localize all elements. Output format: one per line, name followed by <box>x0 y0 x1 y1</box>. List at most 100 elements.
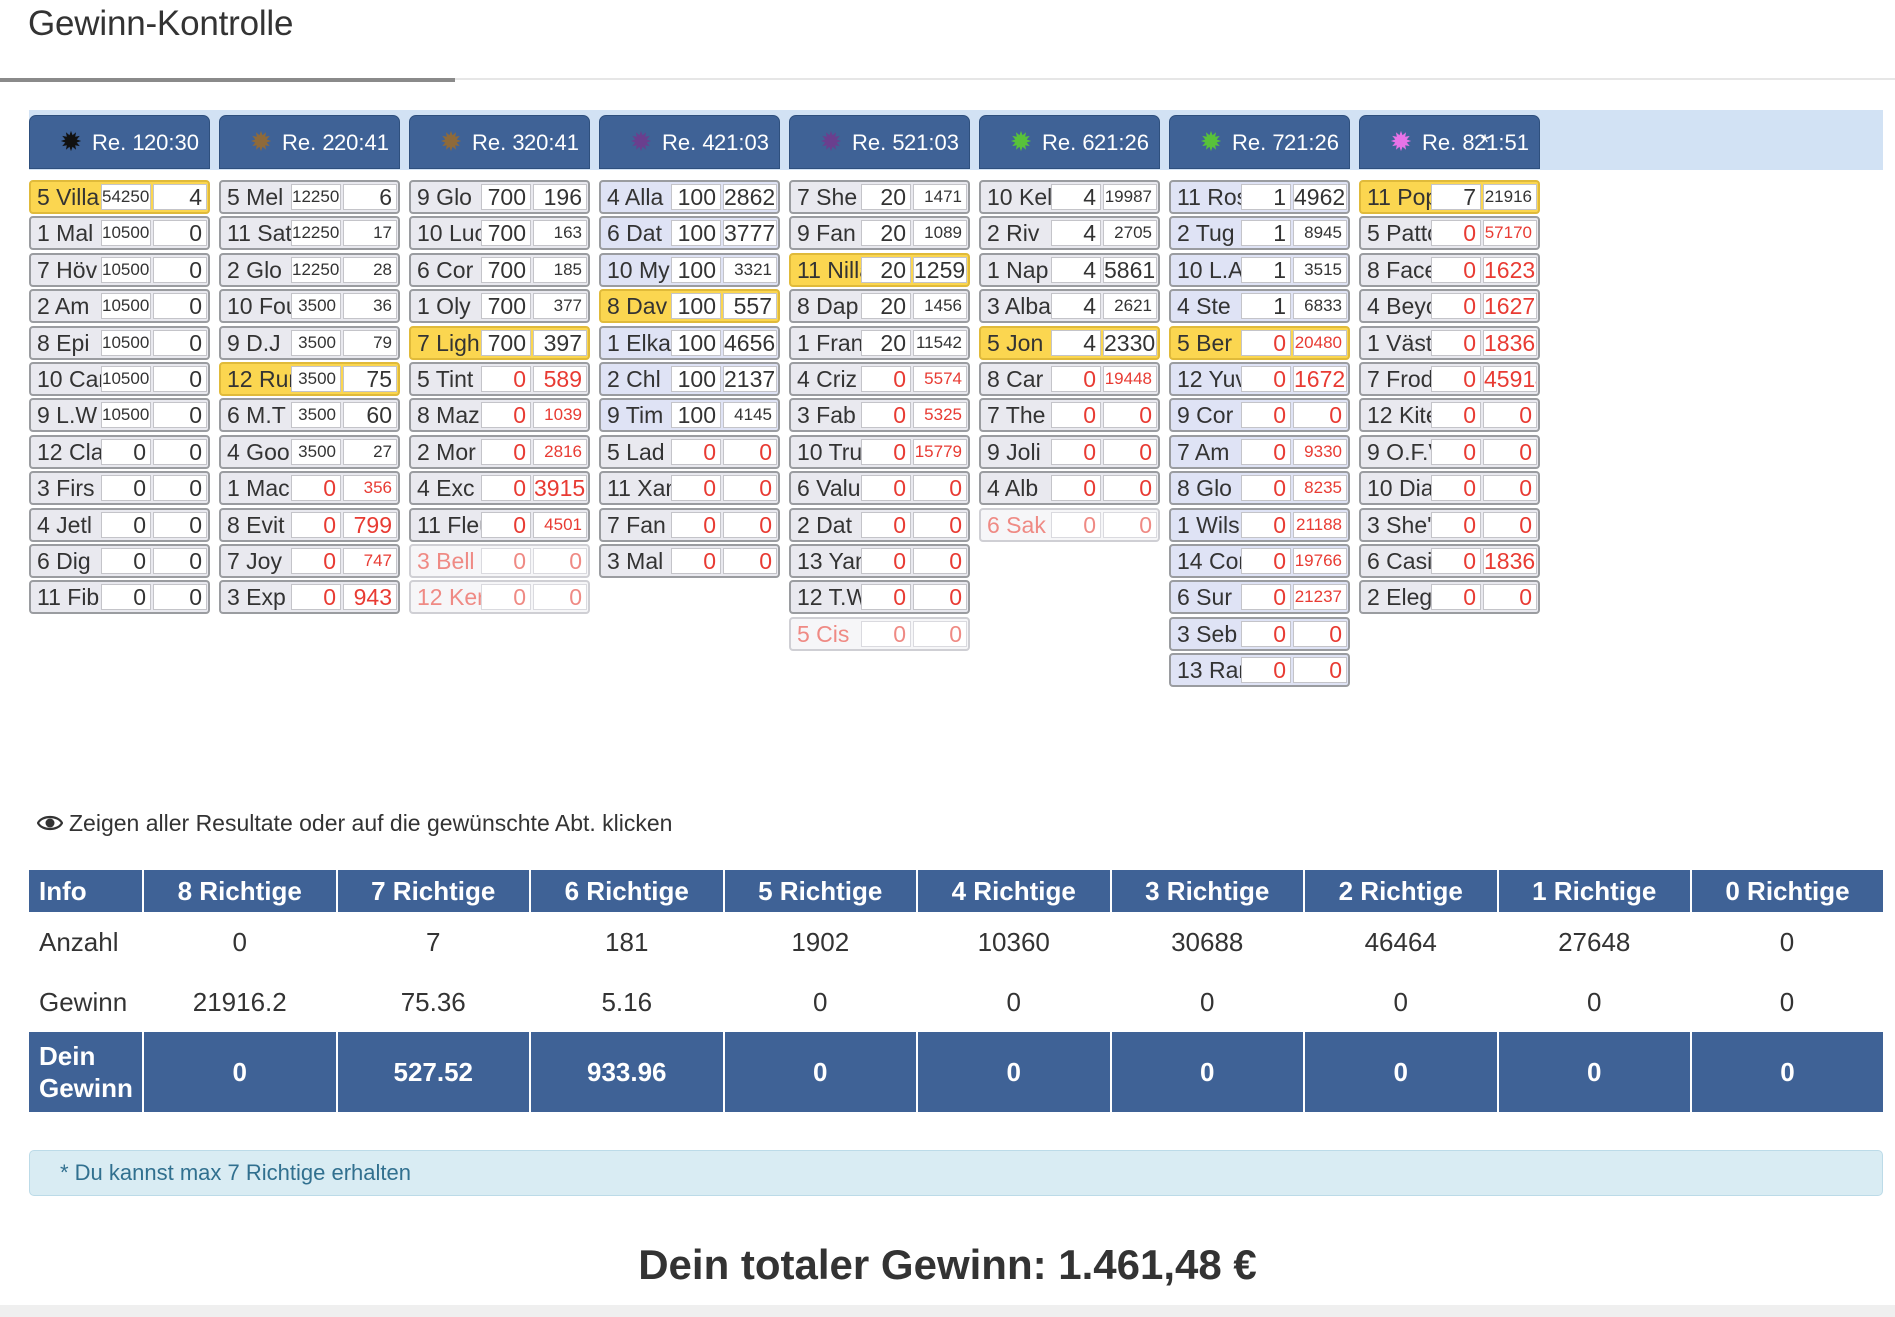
horse-row[interactable]: 12 Ker 0 0 <box>409 580 590 615</box>
horse-row[interactable]: 4 Beyor0162791 <box>1359 289 1540 324</box>
race-tab[interactable]: Re. 5 21:03 <box>789 115 970 169</box>
race-tab[interactable]: Re. 2 20:41 <box>219 115 400 169</box>
horse-row[interactable]: 11 Xan 0 0 <box>599 471 780 506</box>
horse-row[interactable]: 3 Fab 0 5325 <box>789 398 970 433</box>
horse-row[interactable]: 8 Epi 10500 0 <box>29 325 210 360</box>
horse-row[interactable]: 10 Car 10500 0 <box>29 362 210 396</box>
horse-row[interactable]: 4 Alb 0 0 <box>979 471 1160 506</box>
horse-row[interactable]: 11 Nilla 20 1259 <box>789 252 970 287</box>
horse-row[interactable]: 7 Höv 10500 0 <box>29 252 210 287</box>
horse-row[interactable]: 9 Tim 100 4145 <box>599 398 780 433</box>
horse-row[interactable]: 8 Maz 0 1039 <box>409 398 590 433</box>
horse-row[interactable]: 12 Yuv016722 <box>1169 362 1350 396</box>
horse-row[interactable]: 2 Am 10500 0 <box>29 289 210 324</box>
horse-row[interactable]: 11 Popey721916 <box>1359 180 1540 214</box>
horse-row[interactable]: 6 Casin01836567 <box>1359 544 1540 578</box>
horse-row[interactable]: 9 Fan 20 1089 <box>789 216 970 251</box>
horse-row[interactable]: 1 Mal 10500 0 <box>29 216 210 251</box>
horse-row[interactable]: 4 Exc 0 3915 <box>409 471 590 506</box>
horse-row[interactable]: 9 Glo 700 196 <box>409 180 590 214</box>
horse-row[interactable]: 1 Fran 20 11542 <box>789 325 970 360</box>
horse-row[interactable]: 11 Sat 12250 17 <box>219 216 400 251</box>
horse-row[interactable]: 4 Ste 1 6833 <box>1169 289 1350 324</box>
horse-row[interactable]: 1 Nap 4 5861 <box>979 252 1160 287</box>
horse-row[interactable]: 6 Valu 0 0 <box>789 471 970 506</box>
show-all-results-link[interactable]: Zeigen aller Resultate oder auf die gewü… <box>37 808 672 838</box>
horse-row[interactable]: 3 Exp 0 943 <box>219 580 400 615</box>
horse-row[interactable]: 10 L.A 1 3515 <box>1169 252 1350 287</box>
horse-row[interactable]: 7 Joy 0 747 <box>219 544 400 578</box>
horse-row[interactable]: 2 Riv 4 2705 <box>979 216 1160 251</box>
horse-row[interactable]: 2 Dat 0 0 <box>789 507 970 542</box>
horse-row[interactable]: 8 Evit 0 799 <box>219 507 400 542</box>
horse-row[interactable]: 10 Diam00 <box>1359 471 1540 506</box>
horse-row[interactable]: 10 My 100 3321 <box>599 252 780 287</box>
horse-row[interactable]: 6 M.T 3500 60 <box>219 398 400 433</box>
horse-row[interactable]: 13 Yan 0 0 <box>789 544 970 578</box>
horse-row[interactable]: 5 Villa 54250 4 <box>29 180 210 214</box>
horse-row[interactable]: 5 Jon 4 2330 <box>979 325 1160 360</box>
horse-row[interactable]: 9 Cor 0 0 <box>1169 398 1350 433</box>
horse-row[interactable]: 2 Chl 100 2137 <box>599 362 780 396</box>
horse-row[interactable]: 7 Fan 0 0 <box>599 507 780 542</box>
horse-row[interactable]: 5 Lad 0 0 <box>599 434 780 469</box>
horse-row[interactable]: 1 Väste01836567 <box>1359 325 1540 360</box>
horse-row[interactable]: 6 Cor 700 185 <box>409 252 590 287</box>
horse-row[interactable]: 1 Mac 0 356 <box>219 471 400 506</box>
horse-row[interactable]: 4 Jetl 0 0 <box>29 507 210 542</box>
horse-row[interactable]: 8 Car 0 19448 <box>979 362 1160 396</box>
horse-row[interactable]: 2 Tug 1 8945 <box>1169 216 1350 251</box>
horse-row[interactable]: 12 Rur 3500 75 <box>219 362 400 396</box>
horse-row[interactable]: 9 L.W 10500 0 <box>29 398 210 433</box>
horse-row[interactable]: 2 Mor 0 2816 <box>409 434 590 469</box>
horse-row[interactable]: 5 Cis 0 0 <box>789 616 970 651</box>
horse-row[interactable]: 5 Mel 12250 6 <box>219 180 400 214</box>
horse-row[interactable]: 7 The 0 0 <box>979 398 1160 433</box>
horse-row[interactable]: 12 T.W 0 0 <box>789 580 970 615</box>
horse-row[interactable]: 9 D.J 3500 79 <box>219 325 400 360</box>
horse-row[interactable]: 2 Glo 12250 28 <box>219 252 400 287</box>
horse-row[interactable]: 3 Bell 0 0 <box>409 544 590 578</box>
race-tab[interactable]: Re. 1 20:30 <box>29 115 210 169</box>
horse-row[interactable]: 9 O.F.V.00 <box>1359 434 1540 469</box>
horse-row[interactable]: 4 Goo 3500 27 <box>219 434 400 469</box>
horse-row[interactable]: 2 Elega00 <box>1359 580 1540 615</box>
horse-row[interactable]: 5 Tint 0 589 <box>409 362 590 396</box>
horse-row[interactable]: 12 Kite F00 <box>1359 398 1540 433</box>
horse-row[interactable]: 1 Wils 0 21188 <box>1169 507 1350 542</box>
horse-row[interactable]: 7 Frodc0459142 <box>1359 362 1540 396</box>
horse-row[interactable]: 8 Facet0162373 <box>1359 252 1540 287</box>
horse-row[interactable]: 6 Dig 0 0 <box>29 544 210 578</box>
horse-row[interactable]: 3 She's00 <box>1359 507 1540 542</box>
race-tab[interactable]: Re. 4 21:03 <box>599 115 780 169</box>
horse-row[interactable]: 6 Dat 100 3777 <box>599 216 780 251</box>
horse-row[interactable]: 7 Am 0 9330 <box>1169 434 1350 469</box>
horse-row[interactable]: 10 Luc 700 163 <box>409 216 590 251</box>
horse-row[interactable]: 3 Firs 0 0 <box>29 471 210 506</box>
horse-row[interactable]: 3 Mal 0 0 <box>599 544 780 578</box>
race-tab[interactable]: Re. 7 21:26 <box>1169 115 1350 169</box>
horse-row[interactable]: 8 Glo 0 8235 <box>1169 471 1350 506</box>
horse-row[interactable]: 7 Ligh 700 397 <box>409 325 590 360</box>
horse-row[interactable]: 10 True015779 <box>789 434 970 469</box>
horse-row[interactable]: 12 Cla 0 0 <box>29 434 210 469</box>
horse-row[interactable]: 3 Seb 0 0 <box>1169 616 1350 651</box>
horse-row[interactable]: 6 Sak 0 0 <box>979 507 1160 542</box>
horse-row[interactable]: 9 Joli 0 0 <box>979 434 1160 469</box>
horse-row[interactable]: 5 Ber 0 20480 <box>1169 325 1350 360</box>
horse-row[interactable]: 7 She 20 1471 <box>789 180 970 214</box>
horse-row[interactable]: 6 Sur 0 21237 <box>1169 580 1350 615</box>
horse-row[interactable]: 1 Oly 700 377 <box>409 289 590 324</box>
horse-row[interactable]: 10 Fou 3500 36 <box>219 289 400 324</box>
race-tab[interactable]: Re. 3 20:41 <box>409 115 590 169</box>
horse-row[interactable]: 4 Criz 0 5574 <box>789 362 970 396</box>
horse-row[interactable]: 11 Ros 1 4962 <box>1169 180 1350 214</box>
horse-row[interactable]: 14 Cor 0 19766 <box>1169 544 1350 578</box>
horse-row[interactable]: 5 Pattor057170 <box>1359 216 1540 251</box>
horse-row[interactable]: 13 Rar 0 0 <box>1169 653 1350 688</box>
horse-row[interactable]: 1 Elka 100 4656 <box>599 325 780 360</box>
horse-row[interactable]: 8 Dap 20 1456 <box>789 289 970 324</box>
horse-row[interactable]: 8 Dav 100 557 <box>599 289 780 324</box>
race-tab[interactable]: Re. 8 * 21:51 <box>1359 115 1540 169</box>
horse-row[interactable]: 11 Fib 0 0 <box>29 580 210 615</box>
